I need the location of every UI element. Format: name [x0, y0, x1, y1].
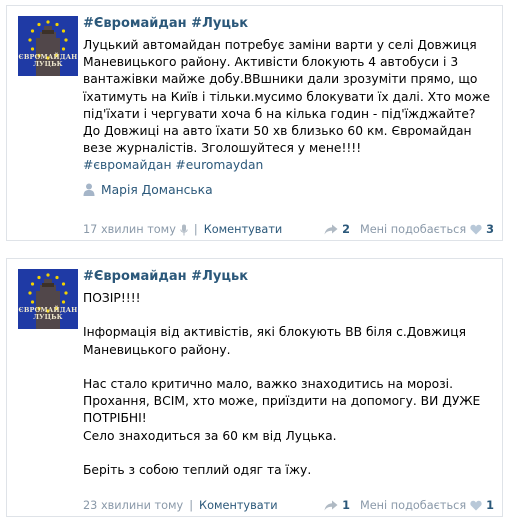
footer-separator: | — [193, 223, 198, 236]
post-footer: 23 хвилини тому | Коментувати 1 Мені под… — [83, 499, 494, 512]
share-count: 2 — [342, 223, 350, 236]
like-button[interactable]: Мені подобається — [360, 223, 466, 236]
post-paragraph — [83, 445, 494, 462]
post-title-link[interactable]: #Євромайдан #Луцьк — [83, 16, 248, 31]
user-icon — [83, 183, 95, 197]
wall-post: ЄВРОМАЙДАН ЛУЦЬК #Євромайдан #Луцьк ПОЗІ… — [6, 258, 503, 517]
hashtag-links[interactable]: #євромайдан #euromaydan — [83, 158, 263, 172]
post-title-link[interactable]: #Євромайдан #Луцьк — [83, 269, 248, 284]
post-content: #Євромайдан #Луцьк ПОЗІР!!!! Інформація … — [83, 268, 494, 479]
like-count: 3 — [486, 223, 494, 236]
wall-post: ЄВРОМАЙДАН ЛУЦЬК #Євромайдан #Луцьк Луць… — [6, 5, 503, 241]
footer-separator: | — [189, 499, 194, 512]
comment-button[interactable]: Коментувати — [199, 499, 278, 512]
share-count: 1 — [342, 499, 350, 512]
share-icon[interactable] — [324, 500, 338, 511]
post-paragraph: Луцький автомайдан потребує заміни варти… — [83, 38, 491, 156]
post-title: #Євромайдан #Луцьк — [83, 15, 494, 32]
post-paragraph — [83, 307, 494, 324]
mic-icon — [180, 224, 188, 235]
post-time[interactable]: 17 хвилин тому — [83, 223, 176, 236]
post-text: Луцький автомайдан потребує заміни варти… — [83, 37, 494, 175]
author-name[interactable]: Марія Доманська — [101, 183, 213, 197]
like-button[interactable]: Мені подобається — [360, 499, 466, 512]
post-text: ПОЗІР!!!! Інформація від активістів, які… — [83, 290, 494, 479]
heart-icon[interactable] — [470, 224, 482, 235]
post-paragraph: ПОЗІР!!!! — [83, 291, 141, 305]
post-paragraph: Село знаходиться за 60 км від Луцька. — [83, 428, 337, 443]
post-title: #Євромайдан #Луцьк — [83, 268, 494, 285]
share-icon[interactable] — [324, 224, 338, 235]
post-hashtags: #євромайдан #euromaydan — [83, 157, 494, 174]
heart-icon[interactable] — [470, 500, 482, 511]
avatar-caption: ЄВРОМАЙДАН ЛУЦЬК — [18, 53, 78, 68]
group-avatar[interactable]: ЄВРОМАЙДАН ЛУЦЬК — [18, 269, 78, 329]
comment-button[interactable]: Коментувати — [204, 223, 283, 236]
post-content: #Євромайдан #Луцьк Луцький автомайдан по… — [83, 15, 494, 197]
post-paragraph: Беріть з собою теплий одяг та їжу. — [83, 463, 312, 478]
post-time[interactable]: 23 хвилини тому — [83, 499, 183, 512]
post-paragraph — [83, 359, 494, 376]
post-author[interactable]: Марія Доманська — [83, 183, 494, 197]
post-paragraph: Нас стало критично мало, важко знаходити… — [83, 377, 481, 426]
post-footer: 17 хвилин тому | Коментувати 2 Мені подо… — [83, 223, 494, 236]
like-count: 1 — [486, 499, 494, 512]
post-paragraph: Інформація від активістів, які блокують … — [83, 325, 466, 357]
avatar-caption: ЄВРОМАЙДАН ЛУЦЬК — [18, 306, 78, 321]
group-avatar[interactable]: ЄВРОМАЙДАН ЛУЦЬК — [18, 16, 78, 76]
